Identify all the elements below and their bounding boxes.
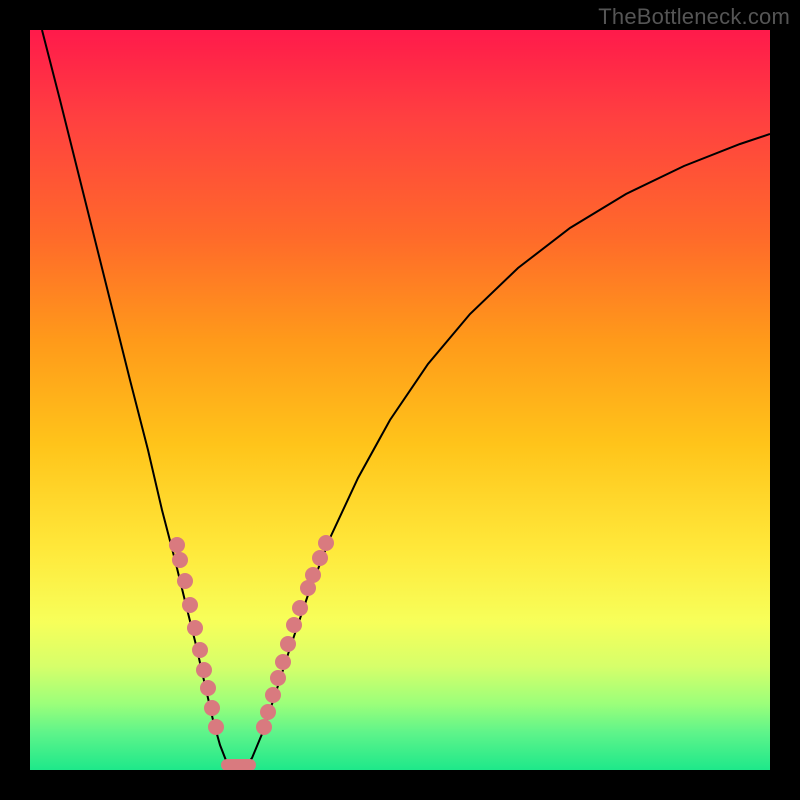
marker-dot [187,620,203,636]
marker-dot [286,617,302,633]
series-right-branch [245,134,770,767]
marker-dot [305,567,321,583]
marker-dot [200,680,216,696]
marker-dot [208,719,224,735]
markers-group [169,535,334,735]
marker-dot [312,550,328,566]
marker-dot [172,552,188,568]
marker-dot [275,654,291,670]
marker-dot [169,537,185,553]
marker-dot [192,642,208,658]
plot-area [30,30,770,770]
marker-dot [260,704,276,720]
watermark-text: TheBottleneck.com [598,4,790,30]
marker-dot [270,670,286,686]
chart-frame: TheBottleneck.com [0,0,800,800]
marker-dot [182,597,198,613]
marker-dot [204,700,220,716]
marker-dot [292,600,308,616]
marker-dot [280,636,296,652]
chart-overlay [30,30,770,770]
marker-dot [265,687,281,703]
marker-dot [196,662,212,678]
marker-dot [318,535,334,551]
marker-dot [256,719,272,735]
marker-dot [177,573,193,589]
series-group [42,30,770,767]
